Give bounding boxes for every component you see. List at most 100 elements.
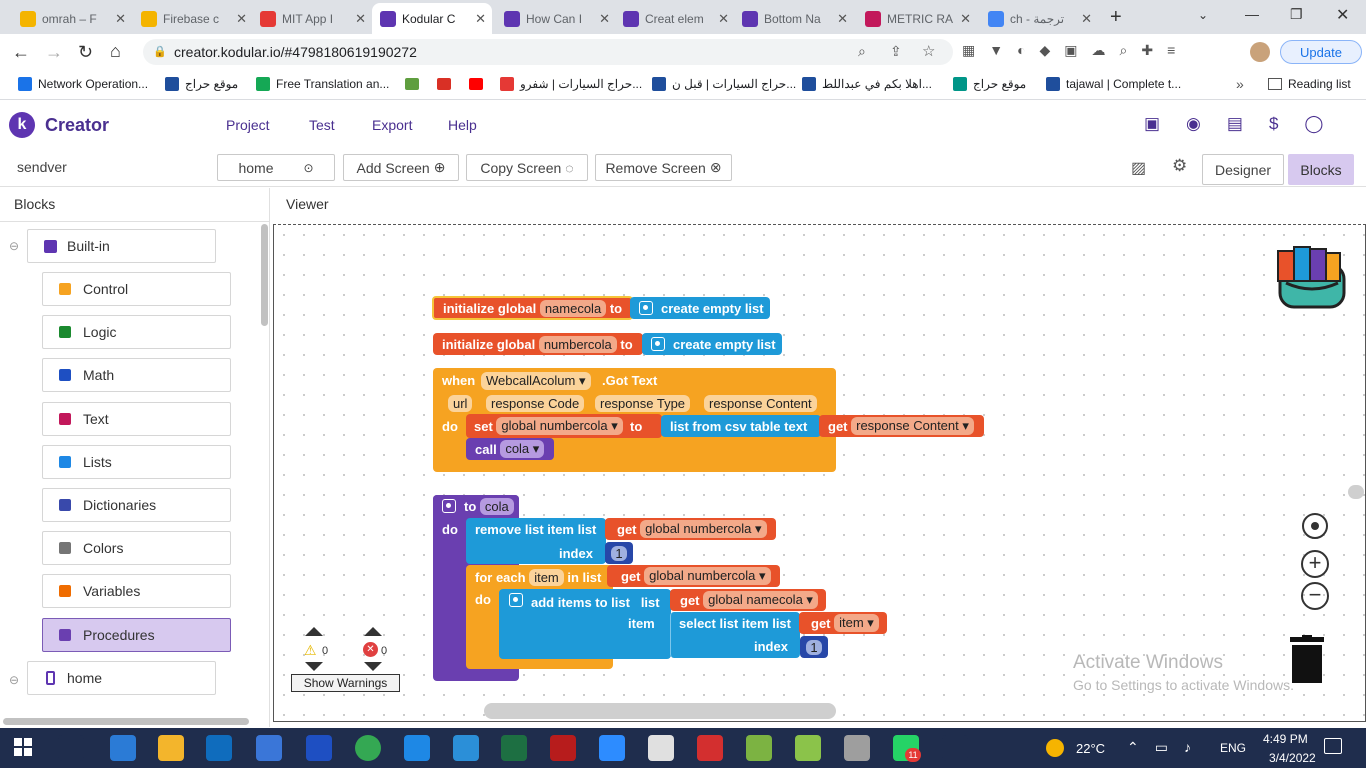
get-global-namecola-block[interactable]: get global namecola ▾	[670, 589, 826, 611]
new-tab-button[interactable]: +	[1110, 6, 1122, 29]
extension-icons[interactable]: ▦▼◐◆▣☁⌕✚≡	[962, 42, 1189, 59]
blocks-panel-hscrollbar[interactable]	[3, 718, 249, 725]
remove-screen-button[interactable]: Remove Screen ⊗	[595, 154, 732, 181]
center-workspace-icon[interactable]	[1302, 513, 1328, 539]
back-icon[interactable]: ←	[12, 42, 30, 63]
mail-app-icon[interactable]	[206, 735, 232, 761]
tab-close-icon[interactable]: ✕	[355, 11, 366, 27]
forward-icon[interactable]: →	[45, 42, 63, 63]
share-icon[interactable]: ⇪	[890, 43, 902, 60]
gear-icon[interactable]: ⚙	[1172, 156, 1187, 176]
profile-avatar[interactable]	[1250, 42, 1270, 62]
builtin-category[interactable]: Built-in	[27, 229, 216, 263]
browser-tab[interactable]: omrah – F ✕	[12, 3, 132, 34]
menu-project[interactable]: Project	[226, 117, 270, 133]
block-category-math[interactable]: Math	[42, 358, 231, 393]
errors-down-arrow[interactable]	[364, 662, 382, 671]
workspace-vscrollbar[interactable]	[1348, 485, 1364, 499]
browser-tab[interactable]: ch - ترجمة ✕	[980, 3, 1098, 34]
blocks-panel-scrollbar[interactable]	[261, 224, 268, 326]
tab-close-icon[interactable]: ✕	[837, 11, 848, 27]
mutator-gear-icon[interactable]	[442, 499, 456, 513]
bookmark-item[interactable]: Network Operation...	[18, 77, 148, 91]
param-url[interactable]: url	[448, 395, 473, 412]
url-text[interactable]: creator.kodular.io/#4798180619190272	[174, 44, 417, 60]
gallery-icon[interactable]: ▨	[1131, 158, 1146, 178]
menu-export[interactable]: Export	[372, 117, 412, 133]
set-variable-block[interactable]: set global numbercola ▾ to	[466, 414, 662, 438]
blocks-workspace[interactable]: initialize global namecola to create emp…	[273, 224, 1366, 722]
procedure-header[interactable]: to cola	[433, 495, 519, 517]
notifications-icon[interactable]	[1324, 738, 1342, 754]
get-global-numbercola-block-2[interactable]: get global numbercola ▾	[607, 565, 780, 587]
bookmark-item[interactable]: موقع حراج	[953, 77, 1026, 91]
task-view-icon[interactable]	[58, 735, 84, 761]
youtube-icon[interactable]	[469, 78, 483, 90]
browser-tab[interactable]: How Can I ✕	[496, 3, 616, 34]
zoom-icon[interactable]: ⌕	[858, 43, 866, 60]
bluestacks-icon[interactable]	[746, 735, 772, 761]
desktop-app-icon[interactable]	[110, 735, 136, 761]
param-response-type[interactable]: response Type	[595, 395, 691, 412]
edge-icon[interactable]	[404, 735, 430, 761]
create-empty-list-block[interactable]: create empty list	[630, 297, 770, 319]
settings-app-icon[interactable]	[306, 735, 332, 761]
number-1-block[interactable]: 1	[605, 542, 633, 564]
block-category-control[interactable]: Control	[42, 272, 231, 306]
browser-tab[interactable]: Kodular C ✕	[372, 3, 492, 34]
menu-help[interactable]: Help	[448, 117, 477, 133]
get-item-block[interactable]: get item ▾	[799, 612, 887, 634]
ibis-icon[interactable]	[648, 735, 674, 761]
minimize-button[interactable]: —	[1245, 6, 1259, 22]
bookmark-item[interactable]: اهلا بكم في عبداللط...	[802, 77, 932, 91]
builtin-collapse-icon[interactable]: ⊖	[9, 239, 19, 253]
bookmark-star-icon[interactable]: ☆	[922, 42, 935, 60]
tab-close-icon[interactable]: ✕	[475, 11, 486, 27]
home-component[interactable]: home	[27, 661, 216, 695]
editor-icon[interactable]	[795, 735, 821, 761]
kodular-logo-icon[interactable]: k	[9, 112, 35, 138]
get-response-content-block[interactable]: get response Content ▾	[819, 415, 984, 437]
chrome-icon[interactable]	[355, 735, 381, 761]
tab-close-icon[interactable]: ✕	[1081, 11, 1092, 27]
block-category-procedures[interactable]: Procedures	[42, 617, 231, 652]
block-category-lists[interactable]: Lists	[42, 444, 231, 479]
bookmark-item[interactable]: tajawal | Complete t...	[1046, 77, 1181, 91]
browser-tab[interactable]: MIT App I ✕	[252, 3, 372, 34]
designer-button[interactable]: Designer	[1202, 154, 1284, 185]
tray-icons[interactable]: ⌃▭♪	[1127, 739, 1207, 756]
call-procedure-block[interactable]: call cola ▾	[466, 438, 554, 460]
browser-tab[interactable]: Firebase c ✕	[133, 3, 253, 34]
opera-icon[interactable]	[697, 735, 723, 761]
block-category-colors[interactable]: Colors	[42, 531, 231, 566]
tab-close-icon[interactable]: ✕	[115, 11, 126, 27]
mutator-gear-icon[interactable]	[651, 337, 665, 351]
browser-tab[interactable]: METRIC RA ✕	[857, 3, 977, 34]
reading-list[interactable]: Reading list	[1268, 77, 1351, 91]
language-indicator[interactable]: ENG	[1220, 741, 1246, 755]
browser-tab[interactable]: Bottom Na ✕	[734, 3, 854, 34]
header-action-icons[interactable]: ▣◉▤$◯	[1144, 114, 1349, 134]
bookmarks-overflow-icon[interactable]: »	[1236, 76, 1244, 92]
calculator-icon[interactable]	[844, 735, 870, 761]
gmail-icon[interactable]	[405, 78, 419, 90]
tab-close-icon[interactable]: ✕	[960, 11, 971, 27]
bookmark-item[interactable]: حراج السيارات | شفرو...	[500, 77, 642, 91]
home-collapse-icon[interactable]: ⊖	[9, 673, 19, 687]
clock-date[interactable]: 3/4/2022	[1269, 751, 1316, 765]
file-explorer-icon[interactable]	[158, 735, 184, 761]
add-screen-button[interactable]: Add Screen ⊕	[343, 154, 459, 181]
list-from-csv-table-block[interactable]: list from csv table text	[661, 415, 821, 437]
backpack-icon[interactable]	[1272, 243, 1352, 311]
warnings-down-arrow[interactable]	[305, 662, 323, 671]
windows-start-icon[interactable]	[14, 738, 32, 756]
close-window-button[interactable]: ✕	[1336, 5, 1349, 25]
bookmark-item[interactable]: موقع حراج	[165, 77, 238, 91]
store-icon[interactable]	[256, 735, 282, 761]
zoom-out-icon[interactable]: −	[1301, 582, 1329, 610]
param-response-content[interactable]: response Content	[704, 395, 817, 412]
home-icon[interactable]: ⌂	[110, 41, 121, 62]
var-name-pill[interactable]: numbercola	[538, 335, 617, 353]
var-name-pill[interactable]: namecola	[539, 299, 607, 317]
bookmark-item[interactable]: Free Translation an...	[256, 77, 389, 91]
